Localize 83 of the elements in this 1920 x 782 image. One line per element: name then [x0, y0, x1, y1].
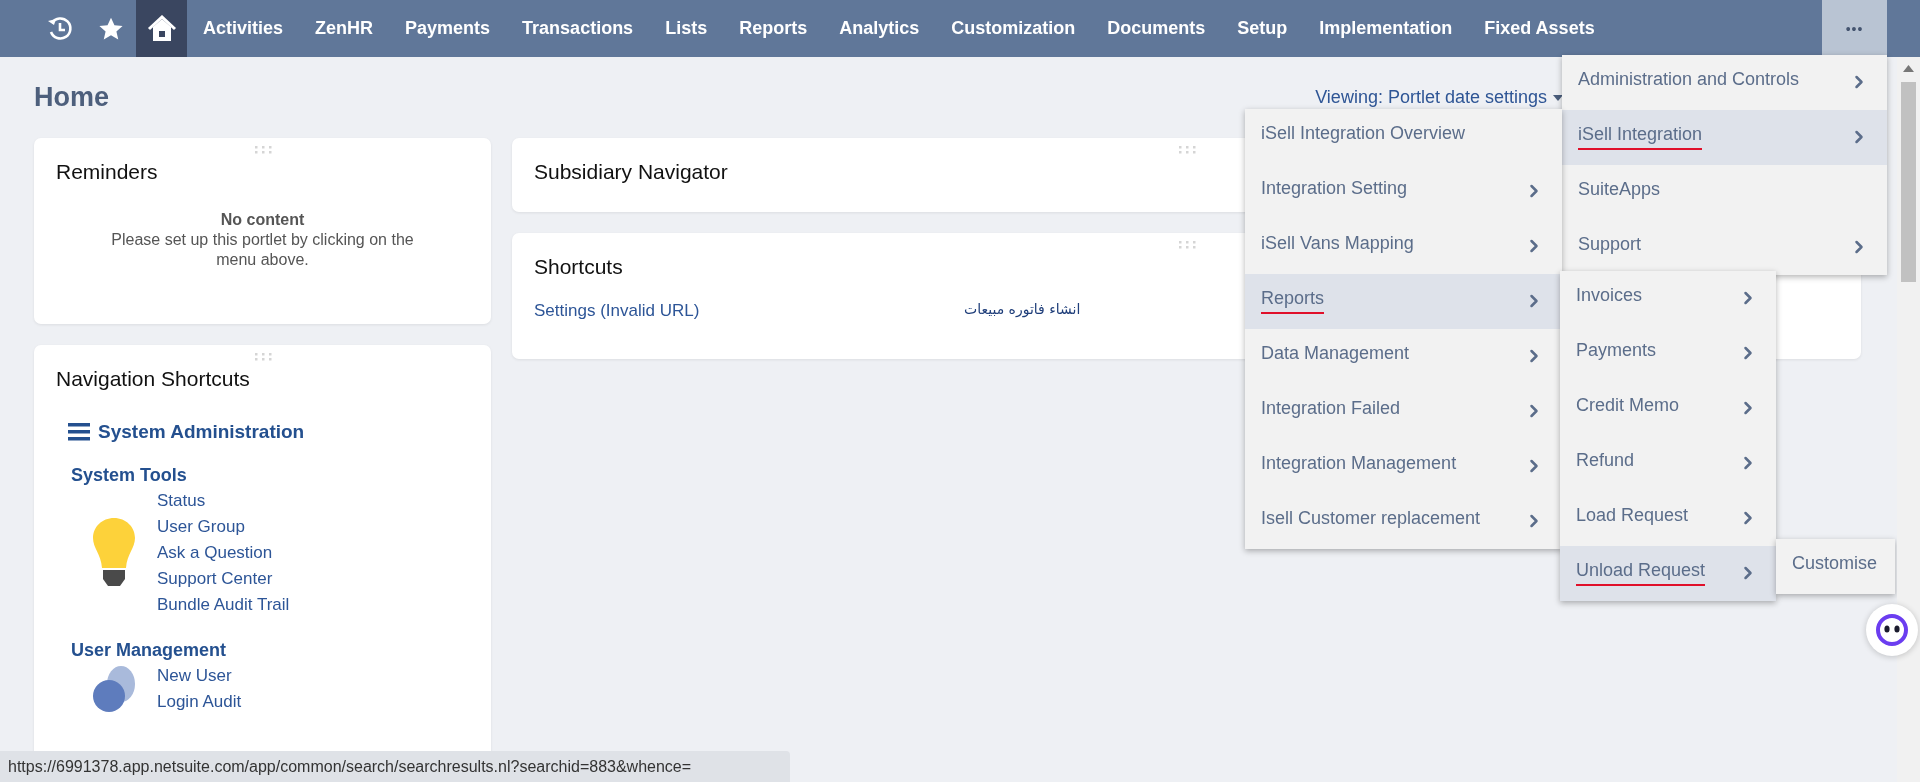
drag-handle-icon[interactable]: [252, 145, 273, 154]
card-title: Subsidiary Navigator: [534, 160, 729, 184]
nav-menu-item[interactable]: Transactions: [506, 0, 650, 57]
menu-item-label: Load Request: [1576, 505, 1689, 527]
menu-item-label: Data Management: [1261, 343, 1410, 365]
shortcut-link[interactable]: Login Audit: [157, 689, 242, 715]
menu-item-label: Customise: [1792, 553, 1878, 575]
shortcut-link[interactable]: Ask a Question: [157, 540, 290, 566]
menu-item-label: SuiteApps: [1578, 179, 1661, 201]
card-title: Reminders: [56, 160, 159, 184]
menu-item[interactable]: iSell Vans Mapping: [1245, 219, 1562, 274]
section-title[interactable]: System Administration: [98, 421, 305, 443]
menu-item[interactable]: Integration Failed: [1245, 384, 1562, 439]
menu-icon: [68, 423, 90, 441]
card-title: Shortcuts: [534, 255, 624, 279]
empty-title: No content: [219, 210, 306, 230]
menu-item[interactable]: iSell Integration Overview: [1245, 109, 1562, 164]
shortcut-link[interactable]: Settings (Invalid URL): [534, 301, 964, 321]
page-title: Home: [34, 82, 109, 113]
menu-item[interactable]: SuiteApps: [1562, 165, 1887, 220]
caret-icon: [1553, 94, 1563, 101]
nav-menu-item[interactable]: Documents: [1091, 0, 1222, 57]
more-button[interactable]: •••: [1822, 0, 1887, 57]
menu-item-label: Unload Request: [1576, 560, 1706, 586]
assistant-icon: [1875, 613, 1909, 647]
menu-item-label: iSell Integration: [1578, 124, 1703, 150]
nav-icon-button[interactable]: [136, 0, 187, 57]
nav-menu-item[interactable]: ZenHR: [299, 0, 390, 57]
nav-menu-item[interactable]: Lists: [649, 0, 724, 57]
shortcut-link[interactable]: User Group: [157, 514, 290, 540]
menu-item-label: iSell Integration Overview: [1261, 123, 1466, 145]
users-icon: [91, 664, 137, 714]
nav-menu-item[interactable]: Setup: [1221, 0, 1304, 57]
menu-item-label: Integration Management: [1261, 453, 1457, 475]
scrollbar-thumb[interactable]: [1901, 82, 1916, 282]
shortcut-link[interactable]: Status: [157, 488, 290, 514]
menu-item[interactable]: Refund: [1560, 436, 1776, 491]
menu-item-label: Refund: [1576, 450, 1635, 472]
menu-item-label: Integration Failed: [1261, 398, 1401, 420]
nav-menu-item[interactable]: Reports: [723, 0, 824, 57]
menu-item-label: Isell Customer replacement: [1261, 508, 1481, 530]
drag-handle-icon[interactable]: [1176, 240, 1197, 249]
menu-item-label: Administration and Controls: [1578, 69, 1800, 91]
menu-item-label: Integration Setting: [1261, 178, 1408, 200]
menu-item-label: Support: [1578, 234, 1642, 256]
menu-item-label: Payments: [1576, 340, 1657, 362]
assistant-button[interactable]: [1866, 604, 1918, 656]
menu-item[interactable]: Payments: [1560, 326, 1776, 381]
menu-item[interactable]: Administration and Controls: [1562, 55, 1887, 110]
menu-item[interactable]: Reports: [1245, 274, 1562, 329]
nav-menu-item[interactable]: Payments: [389, 0, 507, 57]
card-title: Navigation Shortcuts: [56, 367, 251, 391]
menu-item[interactable]: Credit Memo: [1560, 381, 1776, 436]
menu-item[interactable]: iSell Integration: [1562, 110, 1887, 165]
drag-handle-icon[interactable]: [1176, 145, 1197, 154]
nav-menu-item[interactable]: Activities: [187, 0, 300, 57]
menu-item-label: Credit Memo: [1576, 395, 1680, 417]
menu-item[interactable]: Isell Customer replacement: [1245, 494, 1562, 549]
nav-menu-item[interactable]: Customization: [935, 0, 1092, 57]
drag-handle-icon[interactable]: [252, 352, 273, 361]
nav-menu-item[interactable]: Implementation: [1303, 0, 1469, 57]
scroll-up-icon[interactable]: [1903, 65, 1914, 72]
shortcut-link[interactable]: Support Center: [157, 566, 290, 592]
shortcut-link[interactable]: New User: [157, 663, 242, 689]
status-bar-url: https://6991378.app.netsuite.com/app/common/search/searchresults.nl?searchid=883&whence=: [0, 751, 790, 782]
menu-item[interactable]: Load Request: [1560, 491, 1776, 546]
viewing-link[interactable]: Viewing: Portlet date settings: [1315, 87, 1563, 108]
nav-menu-item[interactable]: Analytics: [823, 0, 936, 57]
menu-item[interactable]: Customise: [1776, 539, 1895, 594]
menu-item-label: Invoices: [1576, 285, 1643, 307]
nav-menu-item[interactable]: Fixed Assets: [1468, 0, 1611, 57]
menu-item[interactable]: Unload Request: [1560, 546, 1776, 601]
shortcut-link[interactable]: انشاء فاتوره مبيعات: [964, 301, 1081, 321]
menu-item-label: iSell Vans Mapping: [1261, 233, 1414, 255]
group-title[interactable]: User Management: [71, 640, 469, 661]
group-title[interactable]: System Tools: [71, 465, 469, 486]
empty-message: Please set up this portlet by clicking on the menu above.: [110, 230, 415, 270]
shortcut-link[interactable]: Bundle Audit Trail: [157, 592, 290, 618]
menu-item[interactable]: Data Management: [1245, 329, 1562, 384]
menu-item[interactable]: Integration Management: [1245, 439, 1562, 494]
menu-item[interactable]: Integration Setting: [1245, 164, 1562, 219]
home-icon: [146, 14, 177, 43]
menu-item-label: Reports: [1261, 288, 1325, 314]
